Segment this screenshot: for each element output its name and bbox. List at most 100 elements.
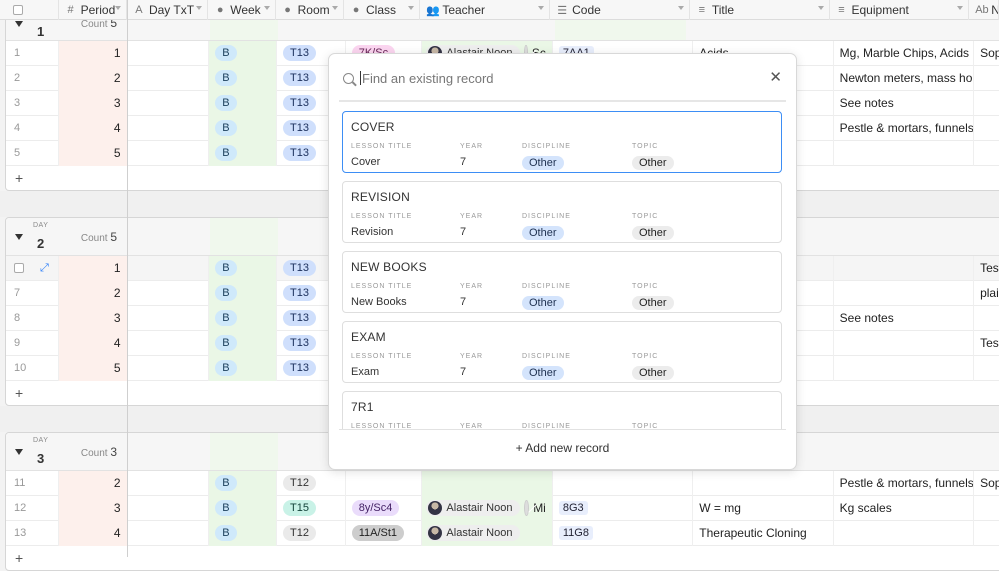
cell-week[interactable]: B bbox=[209, 40, 277, 66]
cell-equipment[interactable] bbox=[834, 330, 975, 356]
cell-equipment[interactable]: Newton meters, mass hol... bbox=[834, 65, 975, 91]
cell-day-txt[interactable] bbox=[128, 330, 210, 356]
table-row[interactable]: 13 4 B T12 11A/St1 Alastair Noon 11G8 Therapeut… bbox=[6, 520, 999, 546]
column-header-period[interactable]: # Period bbox=[59, 0, 127, 20]
column-header-day-txt[interactable]: A Day TxT bbox=[127, 0, 209, 20]
cell-notes[interactable] bbox=[974, 91, 999, 116]
cell-notes[interactable] bbox=[974, 66, 999, 91]
cell-equipment[interactable]: Pestle & mortars, funnels,... bbox=[834, 115, 975, 141]
cell-title[interactable]: Therapeutic Cloning bbox=[693, 520, 834, 546]
cell-equipment[interactable] bbox=[834, 355, 975, 381]
cell-period[interactable]: 3 bbox=[58, 90, 128, 116]
cell-teacher[interactable]: Alastair Noon bbox=[422, 520, 553, 546]
record-search-input[interactable] bbox=[362, 70, 722, 86]
cell-day-txt[interactable] bbox=[128, 255, 210, 281]
row-checkbox[interactable] bbox=[14, 263, 24, 273]
column-header-room[interactable]: ● Room bbox=[276, 0, 345, 20]
close-icon[interactable]: ✕ bbox=[769, 68, 782, 86]
cell-class[interactable]: 11A/St1 bbox=[346, 520, 423, 546]
cell-day-txt[interactable] bbox=[128, 90, 210, 116]
add-new-record-button[interactable]: + Add new record bbox=[329, 441, 796, 455]
cell-day-txt[interactable] bbox=[128, 280, 210, 306]
cell-equipment[interactable] bbox=[834, 280, 975, 306]
cell-period[interactable]: 1 bbox=[58, 40, 128, 66]
cell-day-txt[interactable] bbox=[128, 520, 210, 546]
cell-room[interactable]: T15 bbox=[277, 495, 346, 521]
cell-equipment[interactable]: Kg scales bbox=[834, 495, 975, 521]
cell-day-txt[interactable] bbox=[128, 115, 210, 141]
cell-period[interactable]: 3 bbox=[58, 305, 128, 331]
expand-record-icon[interactable]: ⤢ bbox=[40, 262, 49, 275]
cell-period[interactable]: 4 bbox=[58, 520, 128, 546]
add-row-button[interactable]: + bbox=[6, 546, 999, 570]
select-all-checkbox[interactable] bbox=[13, 5, 23, 15]
cell-equipment[interactable] bbox=[834, 520, 975, 546]
chevron-down-icon[interactable] bbox=[817, 6, 824, 10]
cell-week[interactable]: B bbox=[209, 115, 277, 141]
column-header-title[interactable]: ≡ Title bbox=[690, 0, 830, 20]
cell-week[interactable]: B bbox=[209, 330, 277, 356]
chevron-down-icon[interactable] bbox=[196, 6, 203, 10]
column-header-class[interactable]: ● Class bbox=[344, 0, 421, 20]
cell-week[interactable]: B bbox=[209, 65, 277, 91]
cell-period[interactable]: 5 bbox=[58, 140, 128, 166]
collapse-triangle-icon[interactable] bbox=[15, 234, 23, 240]
cell-period[interactable]: 4 bbox=[58, 330, 128, 356]
column-header-n[interactable]: AbN bbox=[969, 0, 999, 20]
cell-day-txt[interactable] bbox=[128, 65, 210, 91]
column-header-code[interactable]: ☰ Code bbox=[550, 0, 690, 20]
table-row[interactable]: 12 3 B T15 8y/Sc4 Alastair Noon Mi 8G3 W = mg Kg … bbox=[6, 495, 999, 521]
cell-room[interactable]: T12 bbox=[277, 470, 346, 496]
record-option[interactable]: NEW BOOKS LESSON TITLE New Books YEAR 7 DISCI… bbox=[342, 251, 782, 313]
cell-week[interactable]: B bbox=[209, 255, 277, 281]
chevron-down-icon[interactable] bbox=[957, 6, 964, 10]
cell-period[interactable]: 2 bbox=[58, 65, 128, 91]
cell-period[interactable]: 2 bbox=[58, 280, 128, 306]
collapse-triangle-icon[interactable] bbox=[15, 21, 23, 27]
cell-day-txt[interactable] bbox=[128, 355, 210, 381]
cell-period[interactable]: 3 bbox=[58, 495, 128, 521]
cell-week[interactable]: B bbox=[209, 90, 277, 116]
chevron-down-icon[interactable] bbox=[677, 6, 684, 10]
select-all-header[interactable] bbox=[0, 0, 59, 20]
group-header[interactable]: 1 Count 5 bbox=[6, 18, 999, 41]
cell-week[interactable]: B bbox=[209, 470, 277, 496]
record-option[interactable]: REVISION LESSON TITLE Revision YEAR 7 DISCIPL… bbox=[342, 181, 782, 243]
cell-notes[interactable]: Sop bbox=[974, 41, 999, 66]
chevron-down-icon[interactable] bbox=[263, 6, 270, 10]
cell-class[interactable]: 8y/Sc4 bbox=[346, 495, 423, 521]
column-header-equipment[interactable]: ≡ Equipment bbox=[830, 0, 970, 20]
cell-equipment[interactable]: Mg, Marble Chips, Acids ... bbox=[834, 40, 975, 66]
cell-week[interactable]: B bbox=[209, 305, 277, 331]
cell-class[interactable] bbox=[346, 470, 423, 496]
chevron-down-icon[interactable] bbox=[332, 6, 339, 10]
cell-teacher[interactable] bbox=[422, 470, 553, 496]
cell-code[interactable]: 8G3 bbox=[553, 495, 694, 521]
cell-notes[interactable]: Test bbox=[974, 331, 999, 356]
column-header-week[interactable]: ● Week bbox=[208, 0, 276, 20]
chevron-down-icon[interactable] bbox=[538, 6, 545, 10]
cell-equipment[interactable]: See notes bbox=[834, 90, 975, 116]
frozen-column-divider[interactable] bbox=[127, 0, 128, 557]
cell-week[interactable]: B bbox=[209, 280, 277, 306]
cell-title[interactable] bbox=[693, 470, 834, 496]
cell-equipment[interactable] bbox=[834, 255, 975, 281]
record-option[interactable]: 7R1 LESSON TITLE YEAR DISCIPLINE TOPIC bbox=[342, 391, 782, 429]
cell-week[interactable]: B bbox=[209, 520, 277, 546]
cell-equipment[interactable]: See notes bbox=[834, 305, 975, 331]
cell-title[interactable]: W = mg bbox=[693, 495, 834, 521]
cell-period[interactable]: 4 bbox=[58, 115, 128, 141]
cell-week[interactable]: B bbox=[209, 495, 277, 521]
column-header-teacher[interactable]: 👥 Teacher bbox=[420, 0, 551, 20]
cell-week[interactable]: B bbox=[209, 140, 277, 166]
cell-notes[interactable]: Test bbox=[974, 256, 999, 281]
cell-notes[interactable] bbox=[974, 496, 999, 521]
record-option[interactable]: EXAM LESSON TITLE Exam YEAR 7 DISCIPLINE Other… bbox=[342, 321, 782, 383]
cell-notes[interactable]: plain bbox=[974, 281, 999, 306]
table-row[interactable]: 11 2 B T12 Pestle & mortars, funnels,... Sop bbox=[6, 470, 999, 496]
cell-period[interactable]: 5 bbox=[58, 355, 128, 381]
cell-equipment[interactable] bbox=[834, 140, 975, 166]
chevron-down-icon[interactable] bbox=[114, 6, 121, 10]
cell-notes[interactable] bbox=[974, 521, 999, 546]
cell-notes[interactable] bbox=[974, 356, 999, 381]
